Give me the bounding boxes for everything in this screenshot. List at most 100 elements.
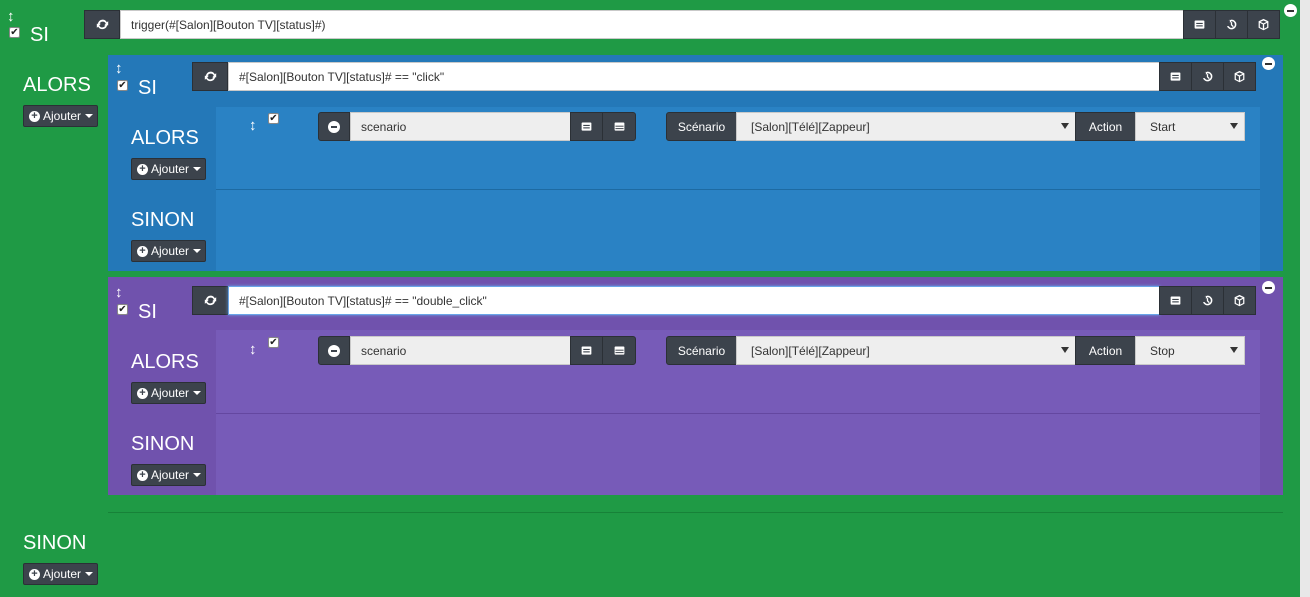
plus-circle-icon: + (137, 245, 148, 257)
move-handle-icon[interactable]: ↕ (249, 342, 257, 357)
ajouter-dropdown[interactable]: + Ajouter (23, 105, 98, 127)
list-icon (581, 122, 592, 131)
alors-label: ALORS (131, 127, 199, 149)
list-icon (1170, 296, 1181, 305)
plus-circle-icon: + (137, 163, 148, 175)
scenario-select[interactable]: [Salon][Télé][Zappeur] (736, 336, 1076, 365)
history-button[interactable] (1215, 10, 1248, 39)
condition-input[interactable]: #[Salon][Bouton TV][status]# == "click" (228, 62, 1160, 91)
cube-icon (1258, 18, 1269, 31)
action-select[interactable]: Start (1135, 112, 1245, 141)
remove-action-button[interactable] (318, 112, 350, 141)
ajouter-dropdown[interactable]: + Ajouter (131, 158, 206, 180)
caret-down-icon (85, 572, 94, 576)
action-enable-checkbox[interactable]: ✔ (268, 113, 279, 124)
sinon-label: SINON (23, 532, 87, 554)
action-enable-checkbox[interactable]: ✔ (268, 337, 279, 348)
select-command-button[interactable] (570, 336, 603, 365)
minus-icon (1287, 9, 1294, 12)
table-icon (614, 122, 624, 131)
remove-block-button[interactable] (1262, 57, 1275, 70)
move-handle-icon[interactable]: ↕ (115, 285, 123, 300)
plus-circle-icon: + (137, 469, 148, 481)
list-icon (1194, 20, 1205, 29)
select-equipment-button[interactable] (602, 336, 636, 365)
enable-checkbox[interactable]: ✔ (117, 304, 128, 315)
alors-label: ALORS (131, 351, 199, 373)
cube-button[interactable] (1223, 286, 1256, 315)
refresh-button[interactable] (192, 286, 228, 315)
divider (108, 512, 1283, 513)
refresh-button[interactable] (192, 62, 228, 91)
plus-circle-icon: + (29, 110, 40, 122)
scenario-select[interactable]: [Salon][Télé][Zappeur] (736, 112, 1076, 141)
action-select[interactable]: Stop (1135, 336, 1245, 365)
si-label: SI (30, 24, 49, 46)
condition-text: #[Salon][Bouton TV][status]# == "click" (239, 69, 445, 84)
caret-down-icon (193, 473, 202, 477)
ajouter-dropdown[interactable]: + Ajouter (23, 563, 98, 585)
caret-down-icon (193, 249, 202, 253)
plus-circle-icon: + (137, 387, 148, 399)
remove-block-button[interactable] (1262, 281, 1275, 294)
table-icon (614, 346, 624, 355)
action-label: Action (1075, 112, 1136, 141)
page-scrollbar[interactable] (1300, 0, 1310, 597)
caret-down-icon (193, 167, 202, 171)
remove-action-button[interactable] (318, 336, 350, 365)
expression-button[interactable] (1159, 286, 1192, 315)
refresh-button[interactable] (84, 10, 120, 39)
condition-text: #[Salon][Bouton TV][status]# == "double_… (239, 293, 487, 308)
action-label: Action (1075, 336, 1136, 365)
dropdown-arrow-icon (1230, 347, 1238, 353)
cube-button[interactable] (1223, 62, 1256, 91)
remove-block-button[interactable] (1284, 4, 1297, 17)
scenario-editor: ↕ ✔ SI trigger(#[Salon][Bouton TV][statu… (0, 0, 1300, 597)
minus-icon (1265, 62, 1272, 65)
dropdown-arrow-icon (1061, 123, 1069, 129)
ajouter-dropdown[interactable]: + Ajouter (131, 382, 206, 404)
si-label: SI (138, 77, 157, 99)
minus-circle-icon (328, 344, 340, 357)
dropdown-arrow-icon (1061, 347, 1069, 353)
move-handle-icon[interactable]: ↕ (115, 61, 123, 76)
dropdown-arrow-icon (1230, 123, 1238, 129)
enable-checkbox[interactable]: ✔ (117, 80, 128, 91)
move-handle-icon[interactable]: ↕ (7, 9, 15, 24)
list-icon (581, 346, 592, 355)
caret-down-icon (85, 114, 94, 118)
refresh-icon (96, 19, 108, 30)
sinon-label: SINON (131, 209, 195, 231)
refresh-icon (204, 295, 216, 306)
condition-text: trigger(#[Salon][Bouton TV][status]#) (131, 17, 326, 32)
caret-down-icon (193, 391, 202, 395)
sinon-label: SINON (131, 433, 195, 455)
move-handle-icon[interactable]: ↕ (249, 118, 257, 133)
list-icon (1170, 72, 1181, 81)
ajouter-dropdown[interactable]: + Ajouter (131, 240, 206, 262)
expression-button[interactable] (1183, 10, 1216, 39)
plus-circle-icon: + (29, 568, 40, 580)
history-icon (1202, 295, 1213, 306)
expression-button[interactable] (1159, 62, 1192, 91)
history-button[interactable] (1191, 62, 1224, 91)
cube-button[interactable] (1247, 10, 1280, 39)
history-icon (1202, 71, 1213, 82)
alors-label: ALORS (23, 74, 91, 96)
condition-input[interactable]: #[Salon][Bouton TV][status]# == "double_… (228, 286, 1160, 315)
scenario-label: Scénario (666, 112, 737, 141)
history-button[interactable] (1191, 286, 1224, 315)
history-icon (1226, 19, 1237, 30)
scenario-label: Scénario (666, 336, 737, 365)
command-input[interactable]: scenario (350, 112, 571, 141)
condition-input[interactable]: trigger(#[Salon][Bouton TV][status]#) (120, 10, 1184, 39)
select-equipment-button[interactable] (602, 112, 636, 141)
cube-icon (1234, 70, 1245, 83)
command-input[interactable]: scenario (350, 336, 571, 365)
ajouter-dropdown[interactable]: + Ajouter (131, 464, 206, 486)
si-label: SI (138, 301, 157, 323)
enable-checkbox[interactable]: ✔ (9, 27, 20, 38)
refresh-icon (204, 71, 216, 82)
minus-icon (1265, 286, 1272, 289)
select-command-button[interactable] (570, 112, 603, 141)
